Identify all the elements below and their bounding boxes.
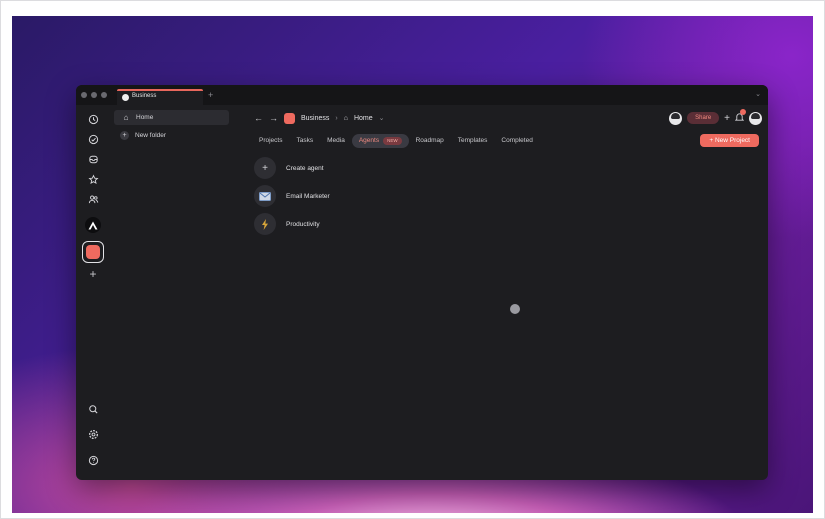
icon-rail: + <box>76 105 110 480</box>
people-icon[interactable] <box>86 192 100 206</box>
loading-indicator <box>510 304 520 314</box>
tab-projects[interactable]: Projects <box>252 134 289 148</box>
inbox-icon[interactable] <box>86 152 100 166</box>
check-circle-icon[interactable] <box>86 132 100 146</box>
add-space-button[interactable]: + <box>86 267 100 281</box>
screenshot-frame: Business + ⌄ + ⌂ Home + New folder ← → B… <box>0 0 825 519</box>
business-tab-icon <box>122 94 129 101</box>
lightning-icon <box>254 213 276 235</box>
sidebar-item-label: New folder <box>135 132 167 139</box>
header-actions: Share + <box>669 109 762 126</box>
tab-agents-label: Agents <box>358 137 380 144</box>
tab-templates[interactable]: Templates <box>451 134 495 148</box>
tab-agents[interactable]: Agents NEW <box>351 134 409 148</box>
breadcrumb-page[interactable]: Home <box>354 115 373 122</box>
notification-badge <box>740 109 746 115</box>
desktop-wallpaper: Business + ⌄ + ⌂ Home + New folder ← → B… <box>12 16 813 513</box>
search-icon[interactable] <box>86 402 100 416</box>
tab-overflow-chevron-icon[interactable]: ⌄ <box>755 90 761 98</box>
back-arrow-icon[interactable]: ← <box>254 113 263 123</box>
new-project-button[interactable]: + New Project <box>700 134 759 147</box>
app-window: Business + ⌄ + ⌂ Home + New folder ← → B… <box>76 85 768 480</box>
home-icon: ⌂ <box>343 114 348 122</box>
business-space-icon[interactable] <box>82 241 104 263</box>
sidebar-item-home[interactable]: ⌂ Home <box>114 110 229 125</box>
tab-tasks[interactable]: Tasks <box>289 134 320 148</box>
forward-arrow-icon[interactable]: → <box>269 113 278 123</box>
user-avatar[interactable] <box>749 111 762 125</box>
a-space-icon[interactable] <box>85 217 101 233</box>
add-button[interactable]: + <box>724 113 730 124</box>
agent-item-email-marketer[interactable]: Email Marketer <box>254 185 330 207</box>
breadcrumb: ← → Business › ⌂ Home ⌄ <box>254 111 385 125</box>
sidebar: ⌂ Home + New folder <box>110 105 234 480</box>
minimize-window-button[interactable] <box>91 92 97 98</box>
breadcrumb-separator: › <box>335 114 338 122</box>
tab-label: Business <box>132 93 157 99</box>
tab-media[interactable]: Media <box>320 134 352 148</box>
sidebar-item-new-folder[interactable]: + New folder <box>114 128 229 143</box>
agent-item-create[interactable]: + Create agent <box>254 157 324 179</box>
new-tab-button[interactable]: + <box>208 90 213 100</box>
title-bar: Business + ⌄ <box>76 85 768 105</box>
agent-label: Email Marketer <box>286 192 330 200</box>
new-badge: NEW <box>383 137 402 145</box>
business-space-swatch <box>86 245 100 259</box>
gear-icon[interactable] <box>86 427 100 441</box>
tab-roadmap[interactable]: Roadmap <box>409 134 451 148</box>
agent-item-productivity[interactable]: Productivity <box>254 213 320 235</box>
email-icon <box>254 185 276 207</box>
notification-bell-icon[interactable] <box>734 109 746 124</box>
clock-icon[interactable] <box>86 112 100 126</box>
main-content: ← → Business › ⌂ Home ⌄ Share + Projects… <box>234 105 768 480</box>
plus-icon: + <box>120 131 129 140</box>
agent-label: Productivity <box>286 220 320 228</box>
project-tabs: Projects Tasks Media Agents NEW Roadmap … <box>252 134 540 148</box>
close-window-button[interactable] <box>81 92 87 98</box>
browser-tab-business[interactable]: Business <box>117 89 203 105</box>
zoom-window-button[interactable] <box>101 92 107 98</box>
sidebar-item-label: Home <box>136 114 154 121</box>
agent-label: Create agent <box>286 164 324 172</box>
tab-completed[interactable]: Completed <box>494 134 539 148</box>
business-workspace-icon <box>284 112 295 124</box>
chevron-down-icon[interactable]: ⌄ <box>379 114 385 122</box>
share-button[interactable]: Share <box>687 112 720 124</box>
plus-icon: + <box>254 157 276 179</box>
help-icon[interactable] <box>86 453 100 467</box>
breadcrumb-workspace[interactable]: Business <box>301 115 329 122</box>
star-icon[interactable] <box>86 172 100 186</box>
avatar[interactable] <box>669 111 683 125</box>
home-icon: ⌂ <box>123 113 129 122</box>
